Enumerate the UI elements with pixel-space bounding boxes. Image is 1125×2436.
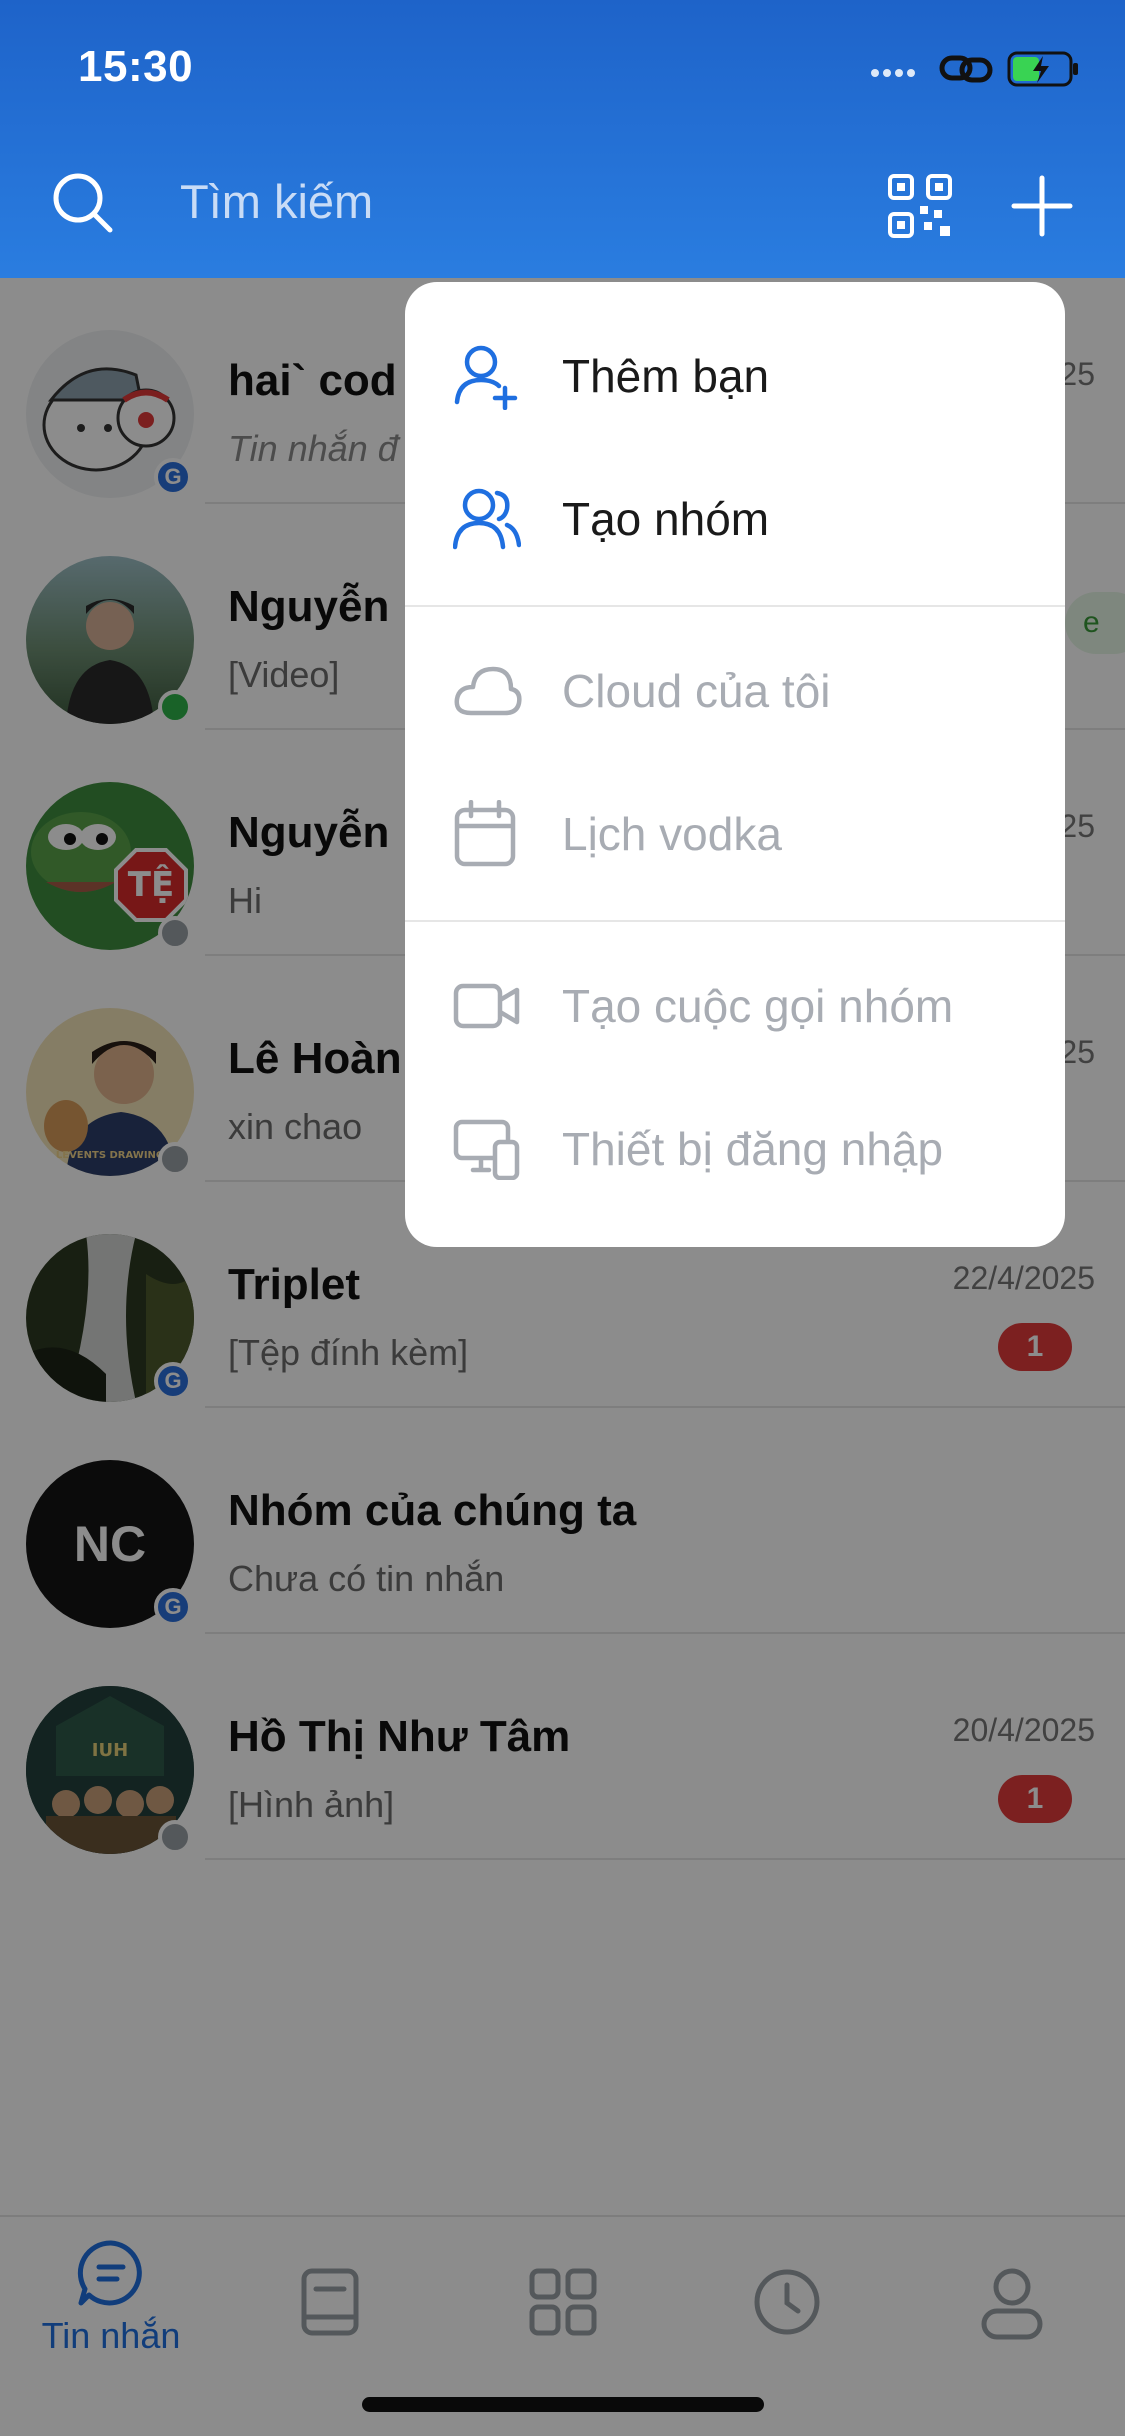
status-icons xyxy=(869,50,1081,88)
menu-item-calendar[interactable]: Lịch vodka xyxy=(405,762,1065,905)
battery-icon xyxy=(1007,51,1078,87)
menu-divider xyxy=(405,605,1065,607)
menu-item-label: Tạo cuộc gọi nhóm xyxy=(562,979,954,1032)
menu-item-label: Lịch vodka xyxy=(562,807,782,860)
devices-icon xyxy=(453,1119,520,1180)
menu-item-cloud[interactable]: Cloud của tôi xyxy=(405,619,1065,762)
plus-icon[interactable] xyxy=(1010,174,1074,238)
link-icon xyxy=(939,55,993,83)
add-friend-icon xyxy=(454,345,518,410)
menu-item-create-group[interactable]: Tạo nhóm xyxy=(405,447,1065,590)
search-icon[interactable] xyxy=(50,170,114,234)
qr-code-icon[interactable] xyxy=(888,174,952,238)
add-menu-popup: Thêm bạn Tạo nhóm Cloud của tôi Lịch vod… xyxy=(405,282,1065,1247)
search-input[interactable] xyxy=(180,166,820,236)
calendar-icon xyxy=(454,799,516,866)
video-call-icon xyxy=(453,983,520,1028)
signal-icon xyxy=(871,69,915,77)
menu-item-group-call[interactable]: Tạo cuộc gọi nhóm xyxy=(405,934,1065,1077)
menu-item-label: Cloud của tôi xyxy=(562,664,831,717)
menu-item-label: Thiết bị đăng nhập xyxy=(562,1122,944,1175)
menu-item-label: Tạo nhóm xyxy=(562,492,770,545)
menu-divider xyxy=(405,920,1065,922)
cloud-icon xyxy=(454,666,522,715)
menu-item-add-friend[interactable]: Thêm bạn xyxy=(405,304,1065,447)
menu-item-devices[interactable]: Thiết bị đăng nhập xyxy=(405,1077,1065,1220)
search-bar xyxy=(0,160,1125,250)
status-time: 15:30 xyxy=(78,42,194,91)
menu-item-label: Thêm bạn xyxy=(562,349,770,402)
app-header: 15:30 xyxy=(0,0,1125,278)
create-group-icon xyxy=(453,488,521,549)
